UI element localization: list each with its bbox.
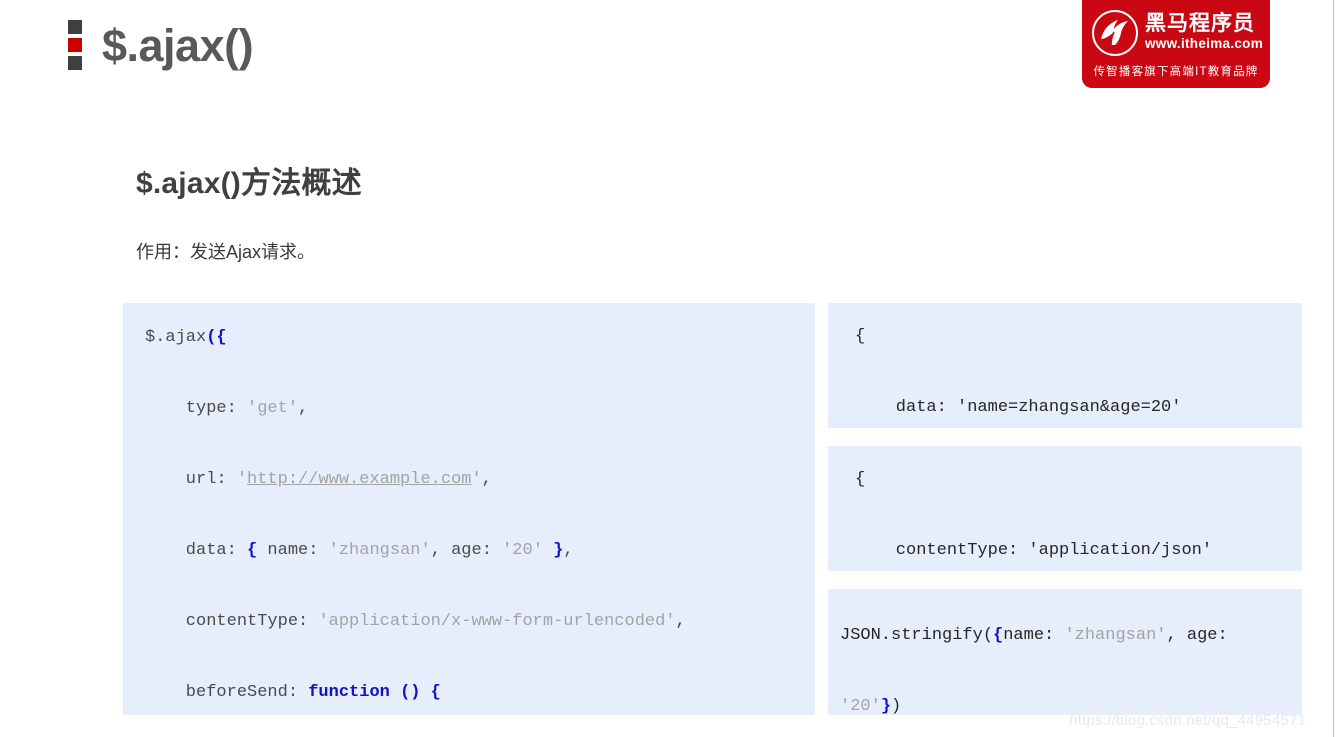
code-token: 'zhangsan'	[1064, 626, 1167, 645]
code-token: contentType:	[145, 612, 319, 631]
code-line: {	[855, 319, 1302, 355]
code-line: type: 'get',	[145, 391, 815, 427]
code-line: contentType: 'application/json'	[855, 533, 1302, 569]
code-token: beforeSend:	[145, 683, 309, 702]
horse-head-icon	[1092, 10, 1138, 56]
code-block-json-stringify: JSON.stringify({name: 'zhangsan', age: '…	[828, 589, 1302, 715]
code-token: type:	[145, 399, 248, 418]
code-line: data: { name: 'zhangsan', age: '20' },	[145, 533, 815, 569]
brand-tagline: 传智播客旗下高端IT教育品牌	[1093, 66, 1259, 78]
code-token: name:	[1003, 626, 1065, 645]
code-block-contenttype-json: { contentType: 'application/json' }	[828, 446, 1302, 571]
code-line: data: 'name=zhangsan&age=20'	[855, 390, 1302, 426]
slide-header: $.ajax() 黑马程序员 www.itheima.com 传智播客旗下高端I…	[0, 0, 1340, 100]
code-line: contentType: 'application/x-www-form-url…	[145, 604, 815, 640]
code-token: data: 'name=zhangsan&age=20'	[855, 398, 1182, 417]
code-token: }	[553, 541, 564, 560]
code-line: {	[855, 462, 1302, 498]
code-token: ,	[675, 612, 686, 631]
brand-logo: 黑马程序员 www.itheima.com 传智播客旗下高端IT教育品牌	[1082, 0, 1270, 88]
code-token: ,	[563, 541, 574, 560]
title-bullet-marker-icon	[68, 20, 82, 70]
code-token: , age:	[1166, 626, 1238, 645]
code-token: '	[236, 470, 248, 489]
code-token: contentType: 'application/json'	[855, 541, 1213, 560]
code-token: {	[247, 541, 258, 560]
code-block-ajax-call: $.ajax({ type: 'get', url: 'http://www.e…	[123, 303, 815, 715]
code-token: {	[855, 327, 866, 346]
code-line: $.ajax({	[145, 320, 815, 356]
code-token: function	[308, 683, 390, 702]
section-subtitle: 作用：发送Ajax请求。	[136, 242, 316, 262]
slide-title-block: $.ajax()	[68, 19, 254, 71]
bullet-square-bottom	[68, 56, 82, 70]
code-token: 'application/x-www-form-urlencoded'	[318, 612, 676, 631]
code-token: http://www.example.com	[247, 470, 472, 489]
bullet-square-accent	[68, 38, 82, 52]
code-token: }	[880, 697, 892, 715]
page-title: $.ajax()	[102, 19, 254, 71]
code-token: )	[891, 697, 902, 715]
code-token: () {	[400, 683, 441, 702]
brand-logo-text: 黑马程序员 www.itheima.com	[1145, 13, 1263, 52]
code-token: {	[855, 470, 866, 489]
code-line: url: 'http://www.example.com',	[145, 462, 815, 498]
code-token: , age:	[430, 541, 503, 560]
code-token: 'zhangsan'	[328, 541, 431, 560]
code-token: '20'	[502, 541, 543, 560]
code-token: '	[471, 470, 482, 489]
bullet-square-top	[68, 20, 82, 34]
code-token: '20'	[840, 697, 881, 715]
code-line: beforeSend: function () {	[145, 675, 815, 711]
brand-logo-top: 黑马程序员 www.itheima.com	[1092, 8, 1263, 58]
code-token: ({	[206, 328, 227, 347]
code-token: {	[993, 626, 1004, 645]
code-token: name:	[257, 541, 329, 560]
brand-name: 黑马程序员	[1145, 12, 1255, 36]
code-line: JSON.stringify({name: 'zhangsan', age:	[840, 618, 1302, 654]
code-token: ,	[481, 470, 492, 489]
brand-url: www.itheima.com	[1145, 36, 1264, 52]
code-token: 'get'	[247, 399, 299, 418]
code-token: ,	[298, 399, 309, 418]
code-token: JSON.stringify(	[840, 626, 994, 645]
code-block-data-urlencoded: { data: 'name=zhangsan&age=20' }	[828, 303, 1302, 428]
page-right-edge	[1333, 0, 1334, 737]
watermark: https://blog.csdn.net/qq_44954571	[1069, 712, 1306, 729]
section-heading: $.ajax()方法概述	[136, 167, 362, 200]
code-token: url:	[145, 470, 237, 489]
code-token: $.ajax	[145, 328, 207, 347]
code-token: data:	[145, 541, 248, 560]
